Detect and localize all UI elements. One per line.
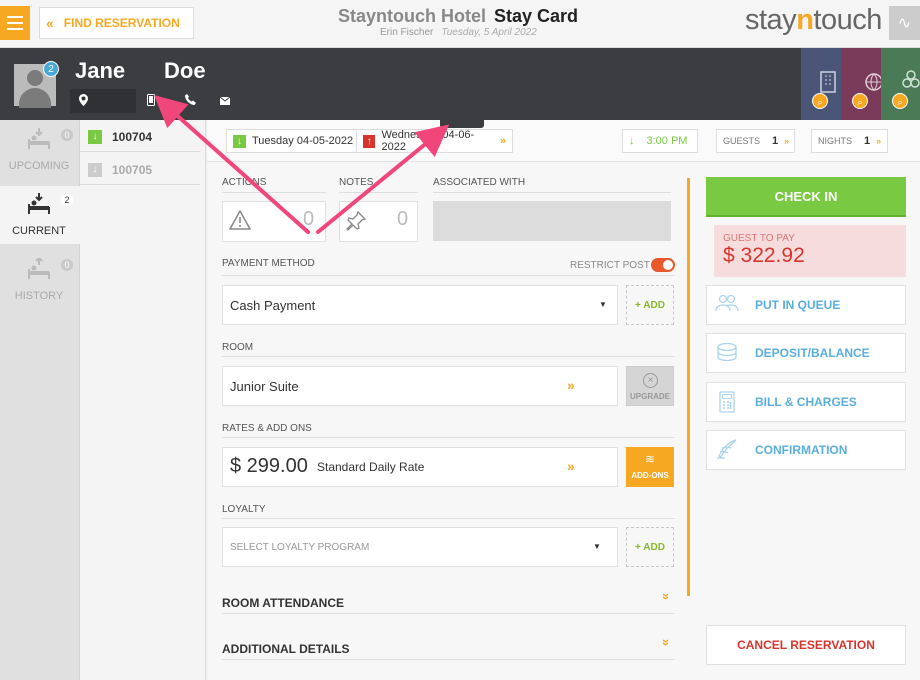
search-icon[interactable]: ⌕ (852, 93, 868, 109)
guest-last-name[interactable]: Doe (164, 58, 206, 84)
circles-icon (902, 70, 920, 95)
arrow-down-icon: ↓ (233, 134, 246, 148)
associated-with-field[interactable] (433, 201, 671, 241)
guest-to-pay-label: GUEST TO PAY (723, 233, 795, 244)
coins-icon (715, 342, 739, 364)
people-icon (715, 294, 739, 316)
user-name: Erin Fischer (380, 27, 434, 38)
additional-details-section[interactable]: ADDITIONAL DETAILS (222, 642, 350, 656)
check-in-button[interactable]: CHECK IN (706, 177, 906, 217)
calculator-icon (715, 391, 739, 413)
chevron-down-icon: » (784, 136, 790, 146)
page-title: Stayntouch Hotel Stay Card (338, 6, 578, 27)
add-loyalty-button[interactable]: + ADD (626, 527, 674, 567)
notes-label: NOTES (339, 177, 374, 188)
bill-charges-button[interactable]: BILL & CHARGES (706, 382, 906, 422)
room-value: Junior Suite (230, 379, 299, 394)
layers-icon: ≋ (644, 452, 656, 466)
arrow-up-icon: ↑ (363, 134, 376, 148)
arrival-date[interactable]: ↓ Tuesday 04-05-2022 (226, 129, 361, 153)
arrow-down-icon: ↓ (629, 135, 635, 147)
divider (687, 178, 690, 596)
page-subtitle: Erin Fischer Tuesday, 5 April 2022 (380, 27, 537, 38)
arrow-down-icon: ↓ (88, 162, 102, 177)
search-icon[interactable]: ⌕ (892, 93, 908, 109)
list-item[interactable]: ↓ 100704 (80, 122, 200, 152)
departure-date[interactable]: ↑ Wednesday 04-06-2022 » (356, 129, 513, 153)
sidebar-item-label: HISTORY (14, 290, 64, 302)
arrival-time[interactable]: ↓ 3:00 PM (622, 129, 698, 153)
sidebar-item-label: CURRENT (12, 225, 66, 237)
room-label: ROOM (222, 342, 254, 353)
pulse-icon[interactable]: ∿ (889, 6, 920, 40)
rate-amount: $ 299.00 (230, 455, 308, 477)
chevron-down-icon[interactable]: » (659, 639, 674, 646)
confirmation-button[interactable]: CONFIRMATION (706, 430, 906, 470)
caret-down-icon: ▼ (593, 542, 601, 551)
search-icon[interactable]: ⌕ (812, 93, 828, 109)
loyalty-label: LOYALTY (222, 504, 266, 515)
stayntouch-logo: stayntouch (745, 4, 882, 36)
close-circle-icon: × (643, 373, 658, 388)
guests-selector[interactable]: GUESTS 1 » (716, 129, 795, 153)
chevron-down-icon: » (499, 135, 506, 147)
guest-count-badge: 2 (43, 61, 59, 77)
double-chevron-left-icon: « (46, 15, 54, 31)
guest-header (0, 48, 920, 120)
current-count: 2 (61, 194, 73, 206)
phone-icon[interactable] (185, 94, 196, 108)
payment-method-value: Cash Payment (230, 298, 316, 313)
business-date: Tuesday, 5 April 2022 (441, 27, 537, 38)
payment-method-label: PAYMENT METHOD (222, 258, 315, 269)
restrict-post-label: RESTRICT POST (570, 260, 650, 271)
add-ons-button[interactable]: ≋ ADD-ONS (626, 447, 674, 487)
page-name: Stay Card (494, 6, 579, 26)
loyalty-placeholder: SELECT LOYALTY PROGRAM (230, 542, 370, 553)
reservation-list (80, 120, 206, 680)
rates-label: RATES & ADD ONS (222, 423, 312, 434)
history-count: 0 (61, 259, 73, 271)
upcoming-count: 0 (61, 129, 73, 141)
double-chevron-right-icon: » (567, 458, 575, 474)
pin-icon (346, 210, 367, 236)
quill-pen-icon (715, 439, 739, 461)
find-reservation-label: FIND RESERVATION (63, 16, 180, 30)
room-attendance-section[interactable]: ROOM ATTENDANCE (222, 596, 344, 610)
associated-label: ASSOCIATED WITH (433, 177, 526, 188)
add-payment-button[interactable]: + ADD (626, 285, 674, 325)
arrow-down-icon: ↓ (88, 129, 102, 144)
chevron-down-icon[interactable]: » (659, 593, 674, 600)
restrict-post-toggle[interactable] (651, 258, 675, 272)
mobile-phone-icon[interactable] (147, 94, 155, 109)
nights-selector[interactable]: NIGHTS 1 » (811, 129, 888, 153)
location-pin-icon (79, 94, 88, 109)
actions-count: 0 (303, 208, 315, 230)
departure-tooltip-tab (440, 118, 484, 128)
chevron-right-icon: » (876, 136, 882, 146)
list-item[interactable]: ↓ 100705 (80, 155, 200, 185)
caret-down-icon: ▼ (599, 300, 607, 309)
deposit-balance-button[interactable]: DEPOSIT/BALANCE (706, 333, 906, 373)
notes-count: 0 (397, 208, 409, 230)
email-icon[interactable] (219, 96, 231, 108)
actions-label: ACTIONS (222, 177, 267, 188)
guest-to-pay-amount: $ 322.92 (723, 244, 805, 267)
cancel-reservation-button[interactable]: CANCEL RESERVATION (706, 625, 906, 665)
rate-name: Standard Daily Rate (317, 460, 425, 474)
find-reservation-button[interactable]: « FIND RESERVATION (39, 7, 194, 39)
menu-icon[interactable] (0, 6, 30, 40)
upgrade-button[interactable]: × UPGRADE (626, 366, 674, 406)
warning-icon (228, 209, 252, 235)
double-chevron-right-icon: » (567, 377, 575, 393)
put-in-queue-button[interactable]: PUT IN QUEUE (706, 285, 906, 325)
guest-first-name[interactable]: Jane (75, 58, 125, 84)
sidebar-item-label: UPCOMING (8, 160, 70, 172)
hotel-name: Stayntouch Hotel (338, 6, 487, 26)
